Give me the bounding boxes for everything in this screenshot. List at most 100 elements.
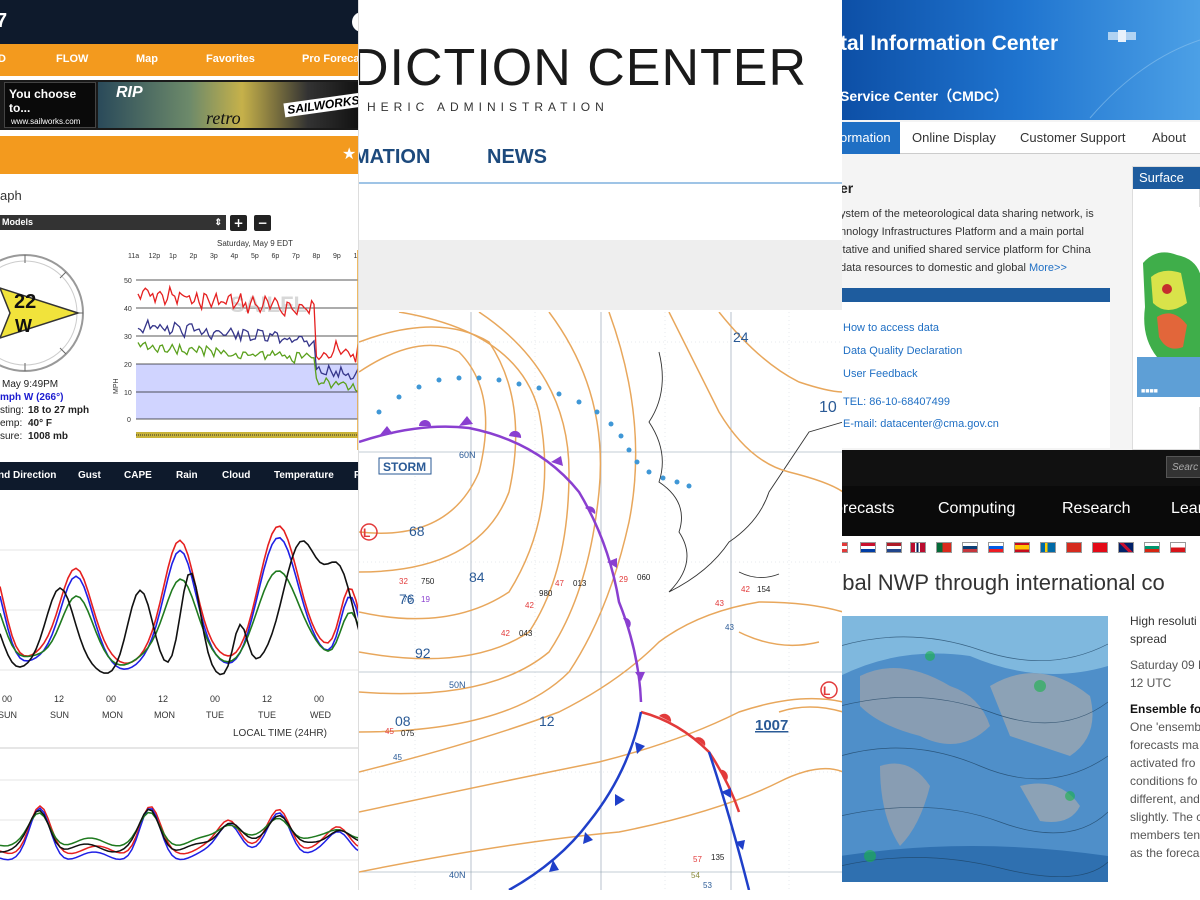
flag-icon[interactable] [1014,542,1030,553]
tab-wind-direction[interactable]: nd Direction [0,470,56,481]
x-hour-tick: 00 [2,694,12,704]
link-access-data[interactable]: How to access data [843,322,939,334]
contact-email[interactable]: E-mail: datacenter@cma.gov.cn [843,418,999,430]
cmdc-tab-about[interactable]: About [1152,130,1186,145]
nwp-nav-learning[interactable]: Lear [1171,500,1200,518]
flag-icon[interactable] [988,542,1004,553]
tab-cloud[interactable]: Cloud [222,470,250,481]
low-marker: L [823,684,830,698]
nav-item-pro-forecast[interactable]: Pro Forecas [302,53,362,65]
y-tick: 10 [124,390,132,397]
favorite-star-icon[interactable]: ★ [342,144,356,163]
nwp-side-title[interactable]: High resoluti spread [1130,612,1200,648]
temp-value: 40° F [28,418,53,429]
wind-topbar: 7 [0,0,362,44]
ad-left[interactable]: You choose to... www.sailworks.com [4,82,96,128]
cmdc-tab-online-display[interactable]: Online Display [912,130,996,145]
flag-icon[interactable] [962,542,978,553]
tab-cape[interactable]: CAPE [124,470,152,481]
model-select-label: Models [2,217,34,227]
site-logo[interactable]: 7 [0,10,7,33]
conditions-info: May 9:49PM mph W (266°) sting: 18 to 27 m… [0,378,89,443]
ad-image[interactable]: RIP retro SAILWORKS [98,82,362,128]
nav-item-flow[interactable]: FLOW [56,53,88,65]
tab-temperature[interactable]: Temperature [274,470,334,481]
nwp-heading: obal NWP through international co [840,570,1165,595]
isobar-label: 12 [539,713,555,729]
flag-icon[interactable] [1066,542,1082,553]
nav-item-wind[interactable]: D [0,53,6,65]
station-value: 043 [519,629,533,638]
hour-tick: 5p [251,253,259,260]
surface-title: Surface [1133,167,1200,189]
nwp-nav-computing[interactable]: Computing [938,500,1015,518]
model-select[interactable]: Models ⇕ [0,215,226,230]
forecast-tabs: nd Direction Gust CAPE Rain Cloud Temper… [0,462,362,490]
station-value: 42 [501,629,510,638]
station-value: 32 [399,577,408,586]
x-hour-tick: 00 [106,694,116,704]
prediction-center-panel: DICTION CENTER HERIC ADMINISTRATION MATI… [358,0,842,890]
ad-retro: retro [206,108,241,128]
flag-icon[interactable] [860,542,876,553]
flag-icon[interactable] [1092,542,1108,553]
surface-widget[interactable]: Surface ■■■■ [1132,166,1200,450]
cmdc-nav: ormation Online Display Customer Support… [840,122,1200,154]
ad-url: www.sailworks.com [11,117,81,126]
tab-gust[interactable]: Gust [78,470,101,481]
pressure-label: sure: [0,431,23,442]
wind-graph[interactable]: Saturday, May 9 EDT 11a 12p 1p 2p 3p 4p 5p 6p 7p… [112,234,362,450]
zoom-out-button[interactable]: − [254,215,271,231]
x-day-tick: WED [310,710,331,720]
spot-title-bar: ★ [0,136,362,174]
link-quality[interactable]: Data Quality Declaration [843,345,962,357]
x-day-tick: MON [154,710,175,720]
hour-tick: 4p [231,253,239,260]
isobar-label: 84 [469,569,485,585]
isobar-label: 92 [415,645,431,661]
ad-brand: SAILWORKS [283,92,362,118]
x-hour-tick: 12 [158,694,168,704]
pc-nav: MATION NEWS [359,132,842,184]
flag-icon[interactable] [936,542,952,553]
hour-tick: 12p [149,253,161,260]
cmdc-banner: tal Information Center Service Center（CM… [840,0,1200,120]
ad-banner[interactable]: You choose to... www.sailworks.com RIP r… [0,80,362,130]
station-value: 47 [555,579,564,588]
nav-item-map[interactable]: Map [136,53,158,65]
nwp-nav-research[interactable]: Research [1062,500,1130,518]
flag-icon[interactable] [1170,542,1186,553]
ensemble-map[interactable] [840,616,1108,882]
x-day-tick: TUE [258,710,276,720]
tab-rain[interactable]: Rain [176,470,198,481]
model-forecast-chart[interactable]: 00 SUN 12 SUN 00 MON 12 MON 00 TUE 12 TUE 00 WED LOCA… [0,490,362,900]
flag-icon[interactable] [1144,542,1160,553]
surface-analysis-map[interactable]: L L STORM 60N 50N 40N 68 84 92 76 12 08 … [359,312,842,890]
flag-icon[interactable] [1118,542,1134,553]
cmdc-tab-customer-support[interactable]: Customer Support [1020,130,1126,145]
station-value: 76 [403,595,412,604]
station-value: 42 [525,601,534,610]
cmdc-tab-information[interactable]: ormation [840,122,900,154]
nwp-topbar: Searc [840,450,1200,486]
station-value: 013 [573,579,587,588]
flag-icon[interactable] [910,542,926,553]
pc-nav-news[interactable]: NEWS [487,146,547,169]
flag-icon[interactable] [1040,542,1056,553]
nwp-search-input[interactable]: Searc [1166,456,1200,478]
wind-compass: 22 W [0,254,84,372]
cmdc-panel: tal Information Center Service Center（CM… [840,0,1200,450]
contact-tel: TEL: 86-10-68407499 [843,396,951,408]
zoom-in-button[interactable]: + [230,215,247,231]
flag-icon[interactable] [886,542,902,553]
link-feedback[interactable]: User Feedback [843,368,918,380]
pc-nav-information[interactable]: MATION [359,146,430,169]
x-hour-tick: 12 [54,694,64,704]
cmdc-more-link[interactable]: More>> [1029,262,1067,274]
pressure-value: 1008 mb [28,431,69,442]
nav-item-favorites[interactable]: Favorites [206,53,255,65]
station-value: 42 [741,585,750,594]
nwp-nav-forecasts[interactable]: orecasts [840,500,894,518]
station-value: 19 [421,595,430,604]
x-day-tick: TUE [206,710,224,720]
